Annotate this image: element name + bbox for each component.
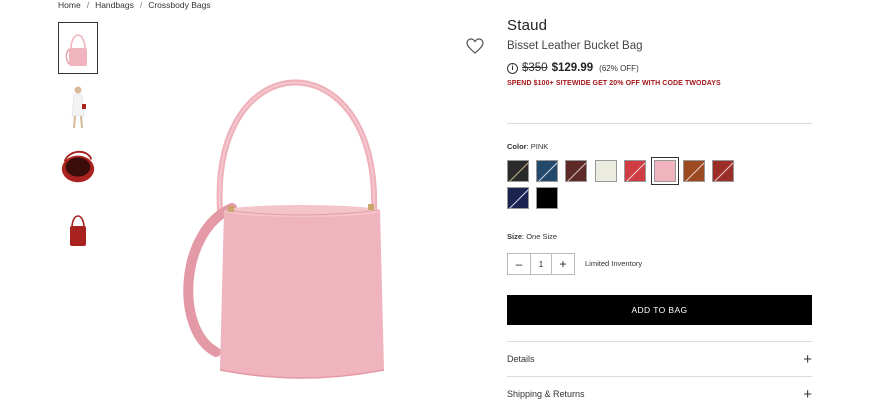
quantity-increase-button[interactable]: + bbox=[552, 254, 574, 274]
divider bbox=[507, 123, 812, 124]
accordion-details[interactable]: Details + bbox=[507, 342, 812, 376]
color-label-title: Color bbox=[507, 142, 527, 151]
quantity-value[interactable]: 1 bbox=[530, 254, 552, 274]
swatch-red[interactable] bbox=[624, 160, 646, 182]
color-label: Color: PINK bbox=[507, 142, 549, 151]
thumbnail-side[interactable] bbox=[58, 202, 98, 254]
swatch-black-tan[interactable] bbox=[507, 160, 529, 182]
plus-icon[interactable]: + bbox=[803, 387, 812, 402]
thumbnail-list bbox=[58, 22, 98, 262]
swatch-cognac[interactable] bbox=[683, 160, 705, 182]
breadcrumb-home[interactable]: Home bbox=[58, 0, 81, 10]
limited-inventory-note: Limited Inventory bbox=[585, 259, 643, 268]
thumbnail-inside[interactable] bbox=[58, 142, 98, 194]
accordion-details-label: Details bbox=[507, 354, 535, 364]
size-value: One Size bbox=[526, 232, 558, 241]
breadcrumb: Home / Handbags / Crossbody Bags bbox=[58, 0, 211, 10]
plus-icon[interactable]: + bbox=[803, 352, 812, 367]
swatch-navy-blue[interactable] bbox=[536, 160, 558, 182]
thumbnail-front[interactable] bbox=[58, 22, 98, 74]
swatch-black[interactable] bbox=[536, 187, 558, 209]
accordion-shipping-returns[interactable]: Shipping & Returns + bbox=[507, 377, 812, 411]
main-product-image bbox=[170, 70, 400, 390]
quantity-stepper: – 1 + bbox=[507, 253, 575, 275]
quantity-decrease-button[interactable]: – bbox=[508, 254, 530, 274]
add-to-bag-button[interactable]: ADD TO BAG bbox=[507, 295, 812, 325]
swatch-brown[interactable] bbox=[565, 160, 587, 182]
size-label: Size: One Size bbox=[507, 232, 558, 241]
swatch-rust[interactable] bbox=[712, 160, 734, 182]
breadcrumb-separator: / bbox=[86, 0, 90, 10]
breadcrumb-separator: / bbox=[139, 0, 143, 10]
swatch-dark-navy[interactable] bbox=[507, 187, 529, 209]
breadcrumb-crossbody-bags[interactable]: Crossbody Bags bbox=[148, 0, 210, 10]
breadcrumb-handbags[interactable]: Handbags bbox=[95, 0, 134, 10]
swatch-cream[interactable] bbox=[595, 160, 617, 182]
selected-color-name: PINK bbox=[530, 142, 549, 151]
thumbnail-model[interactable] bbox=[58, 82, 98, 134]
swatch-pink[interactable] bbox=[651, 157, 679, 185]
wishlist-heart-icon[interactable] bbox=[466, 38, 484, 54]
purchase-options: Color: PINK Size: One Size – 1 + Limited… bbox=[507, 0, 812, 414]
size-label-title: Size bbox=[507, 232, 523, 241]
accordion-shipping-label: Shipping & Returns bbox=[507, 389, 585, 399]
